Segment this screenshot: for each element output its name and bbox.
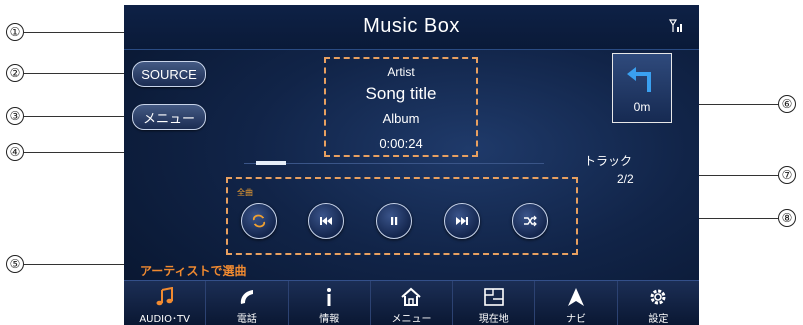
- shuffle-icon: [524, 215, 537, 227]
- phone-icon: [240, 290, 253, 304]
- artist-name: Artist: [387, 65, 415, 79]
- info-icon: [327, 288, 332, 306]
- top-bar: Music Box: [124, 5, 699, 50]
- menu-button[interactable]: メニュー: [132, 104, 206, 130]
- hint-text[interactable]: アーティストで選曲: [140, 262, 247, 279]
- nav-label: ナビ: [566, 314, 587, 325]
- callout-6: ⑥: [778, 95, 796, 113]
- repeat-mode-label: 全曲: [237, 188, 253, 197]
- progress-indicator: [256, 161, 286, 165]
- track-label: トラック: [584, 154, 633, 168]
- nav-audio-tv[interactable]: AUDIO･TV: [124, 281, 207, 325]
- track-count: 2/2: [617, 172, 634, 186]
- callout-1: ①: [6, 23, 24, 41]
- nav-menu[interactable]: メニュー: [371, 281, 454, 325]
- nav-current-location[interactable]: 現在地: [453, 281, 536, 325]
- next-track-icon: [456, 217, 468, 225]
- song-title: Song title: [365, 84, 437, 103]
- turn-left-arrow-icon: [627, 67, 651, 92]
- elapsed-time: 0:00:24: [379, 136, 423, 151]
- previous-track-icon: [320, 217, 332, 225]
- callout-5: ⑤: [6, 255, 24, 273]
- head-unit-screen: Music Box SOURCE メニュー Artist Song title …: [124, 5, 699, 325]
- nav-navi[interactable]: ナビ: [535, 281, 618, 325]
- bottom-nav-bar: AUDIO･TV 電話 情報 メニュー 現在地 ナビ 設定: [124, 280, 699, 325]
- turn-distance: 0m: [633, 100, 651, 114]
- previous-track-button[interactable]: [308, 203, 344, 239]
- app-title: Music Box: [363, 15, 460, 37]
- pause-button[interactable]: [376, 203, 412, 239]
- nav-label: メニュー: [391, 314, 432, 325]
- nav-label: 情報: [319, 314, 340, 325]
- settings-gear-icon: [650, 289, 666, 305]
- callout-7: ⑦: [778, 166, 796, 184]
- progress-track: [244, 163, 544, 164]
- callout-2: ②: [6, 64, 24, 82]
- turn-guidance[interactable]: 0m: [612, 53, 672, 123]
- album-name: Album: [382, 111, 420, 126]
- callout-8: ⑧: [778, 209, 796, 227]
- nav-label: AUDIO･TV: [139, 314, 190, 325]
- navigation-arrow-icon: [568, 288, 585, 306]
- next-track-button[interactable]: [444, 203, 480, 239]
- music-note-icon: [156, 287, 173, 306]
- pause-icon: [391, 217, 398, 225]
- nav-label: 電話: [236, 314, 257, 325]
- home-icon: [401, 287, 422, 306]
- now-playing-info: Artist Song title Album 0:00:24: [324, 57, 478, 157]
- source-button[interactable]: SOURCE: [132, 61, 206, 87]
- callout-4: ④: [6, 143, 24, 161]
- nav-label: 設定: [648, 314, 669, 325]
- nav-info[interactable]: 情報: [289, 281, 371, 325]
- nav-label: 現在地: [478, 314, 509, 325]
- signal-icon: [669, 19, 682, 32]
- nav-phone[interactable]: 電話: [206, 281, 289, 325]
- shuffle-button[interactable]: [512, 203, 548, 239]
- callout-3: ③: [6, 107, 24, 125]
- nav-settings[interactable]: 設定: [618, 281, 699, 325]
- repeat-button[interactable]: [241, 203, 277, 239]
- map-location-icon: [483, 288, 504, 306]
- repeat-icon: [252, 214, 266, 228]
